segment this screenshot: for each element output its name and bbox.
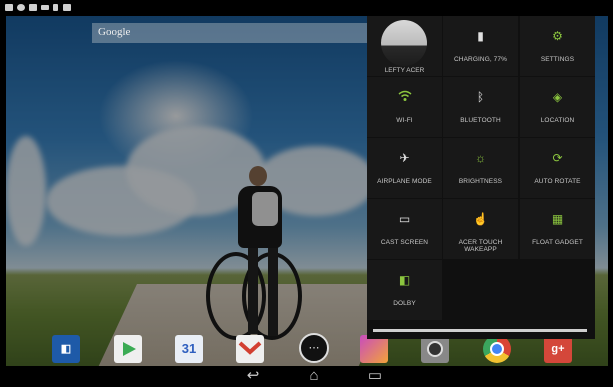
image-icon <box>63 4 71 11</box>
qs-tile-airplane[interactable]: ✈ AIRPLANE MODE <box>367 138 442 198</box>
float-gadget-icon: ▦ <box>551 212 564 226</box>
bluetooth-icon: ᛒ <box>476 90 485 104</box>
dolby-icon: ◧ <box>398 273 411 287</box>
wifi-icon <box>367 90 442 105</box>
qs-label-bluetooth: BLUETOOTH <box>460 117 501 124</box>
qs-label-dolby: DOLBY <box>393 300 416 307</box>
gallery-icon[interactable] <box>360 335 388 363</box>
airplane-icon: ✈ <box>399 151 410 165</box>
qs-label-brightness: BRIGHTNESS <box>458 178 503 185</box>
menu-icon <box>41 5 49 10</box>
qs-label-airplane: AIRPLANE MODE <box>377 178 432 185</box>
cast-icon: ▭ <box>398 212 411 226</box>
qs-tile-brightness[interactable]: ☼ BRIGHTNESS <box>443 138 518 198</box>
google-search-bar[interactable]: Google <box>92 23 368 43</box>
alert-icon <box>29 4 37 11</box>
qs-label-wifi: WI-FI <box>396 117 413 124</box>
qs-tile-dolby[interactable]: ◧ DOLBY <box>367 260 442 320</box>
qs-label-location: LOCATION <box>540 117 575 124</box>
rotate-icon: ⟳ <box>552 151 563 165</box>
qs-tile-touch-wakeapp[interactable]: ☝ ACER TOUCH WAKEAPP <box>443 199 518 259</box>
qs-tile-float-gadget[interactable]: ▦ FLOAT GADGET <box>520 199 595 259</box>
battery-charging-icon: ▮ <box>477 29 484 43</box>
back-button[interactable]: ↩ <box>240 368 266 384</box>
home-button[interactable]: ⌂ <box>301 368 327 384</box>
qs-label-settings: SETTINGS <box>540 56 575 63</box>
qs-tile-settings[interactable]: ⚙ SETTINGS <box>520 16 595 76</box>
qs-label-float-gadget: FLOAT GADGET <box>532 239 583 246</box>
camera-icon[interactable] <box>421 335 449 363</box>
google-plus-icon[interactable]: g+ <box>544 335 572 363</box>
panel-drag-handle[interactable] <box>373 329 587 332</box>
qs-tile-bluetooth[interactable]: ᛒ BLUETOOTH <box>443 77 518 137</box>
qs-label-cast: CAST SCREEN <box>380 239 429 246</box>
android-screen: Google ◧ 31 ⋯ g+ LEFTY ACER ▮ CHARGING, … <box>0 0 613 387</box>
chrome-icon[interactable] <box>483 335 511 363</box>
qs-tile-cast[interactable]: ▭ CAST SCREEN <box>367 199 442 259</box>
gmail-icon[interactable] <box>236 335 264 363</box>
calendar-icon[interactable]: 31 <box>175 335 203 363</box>
qs-tile-battery[interactable]: ▮ CHARGING, 77% <box>443 16 518 76</box>
play-store-icon[interactable] <box>114 335 142 363</box>
qs-tile-user[interactable]: LEFTY ACER <box>367 16 442 76</box>
notification-icon <box>5 4 13 11</box>
user-label: LEFTY ACER <box>384 67 425 74</box>
recents-button[interactable]: ▭ <box>362 368 388 384</box>
all-apps-button[interactable]: ⋯ <box>299 333 329 363</box>
qs-tile-location[interactable]: ◈ LOCATION <box>520 77 595 137</box>
qs-tile-wifi[interactable]: WI-FI <box>367 77 442 137</box>
user-avatar <box>381 20 427 66</box>
dolby-app-icon[interactable]: ◧ <box>52 335 80 363</box>
search-placeholder: Google <box>98 26 131 38</box>
navigation-bar: ↩ ⌂ ▭ <box>0 366 613 387</box>
gear-icon: ⚙ <box>552 29 563 43</box>
brightness-icon: ☼ <box>475 151 486 165</box>
quick-settings-panel: LEFTY ACER ▮ CHARGING, 77% ⚙ SETTINGS WI… <box>367 16 595 339</box>
qs-label-touch-wakeapp: ACER TOUCH WAKEAPP <box>458 239 503 253</box>
hand-touch-icon: ☝ <box>473 212 488 226</box>
qs-label-battery: CHARGING, 77% <box>454 56 507 63</box>
usb-debug-icon <box>53 4 58 11</box>
qs-tile-autorotate[interactable]: ⟳ AUTO ROTATE <box>520 138 595 198</box>
status-bar[interactable] <box>0 0 613 16</box>
location-icon: ◈ <box>552 90 563 104</box>
usb-icon <box>17 4 25 11</box>
qs-label-autorotate: AUTO ROTATE <box>534 178 581 185</box>
